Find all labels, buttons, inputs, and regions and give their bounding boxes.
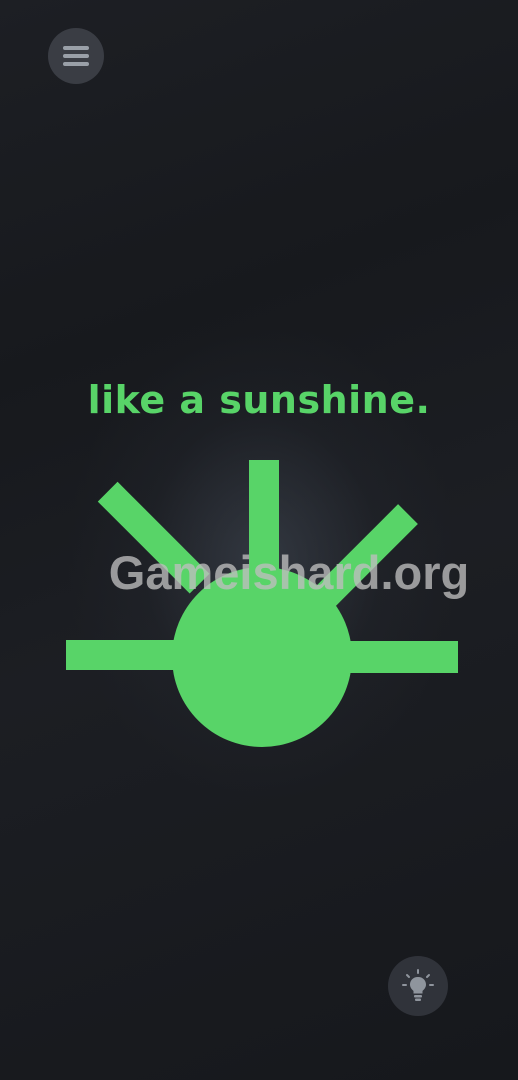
sun-shape[interactable] — [66, 460, 458, 747]
sun-ray-upper-left[interactable] — [97, 481, 210, 594]
sun-ray-left[interactable] — [66, 640, 190, 670]
hint-button[interactable] — [388, 956, 448, 1016]
lightbulb-icon — [402, 969, 434, 1001]
sun-core[interactable] — [172, 567, 352, 747]
sun-figure[interactable] — [0, 0, 518, 1080]
sun-ray-right[interactable] — [336, 641, 458, 673]
game-stage: like a sunshine. Gameishard.org — [0, 0, 518, 1080]
